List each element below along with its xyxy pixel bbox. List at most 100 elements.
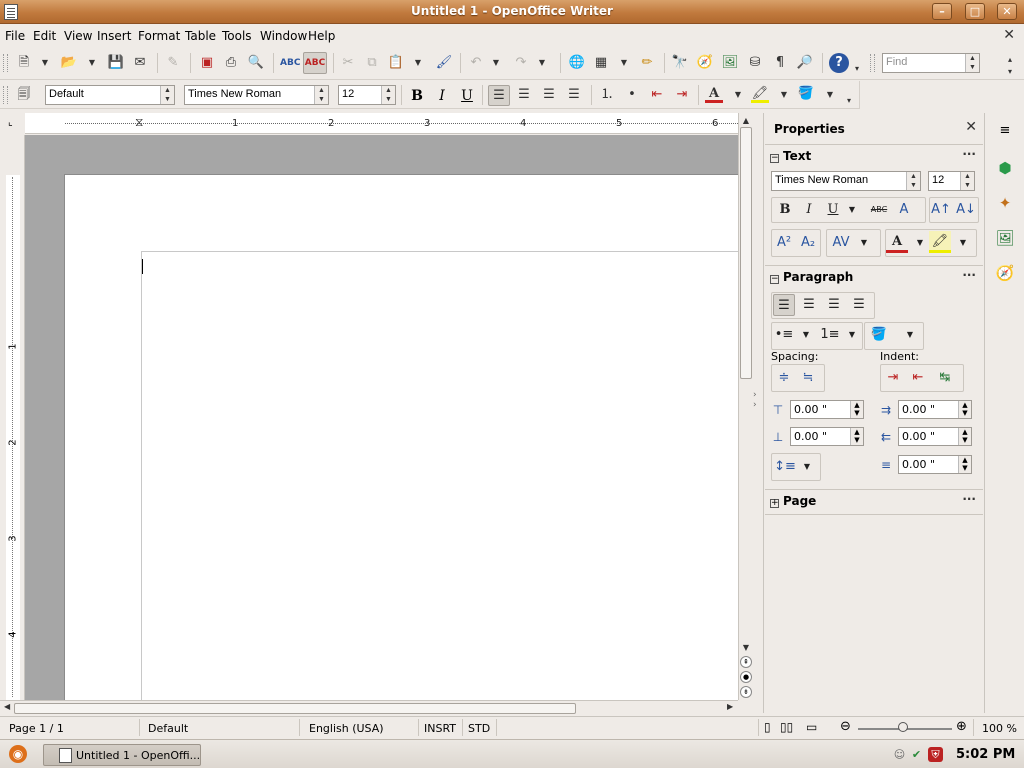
selection-mode-indicator[interactable]: STD bbox=[468, 722, 490, 735]
toolbar-grip[interactable] bbox=[3, 54, 8, 72]
underline-dropdown-icon[interactable]: ▼ bbox=[846, 199, 858, 221]
styles-tab-icon[interactable]: ✦ bbox=[993, 191, 1017, 215]
background-color-icon[interactable]: 🪣 bbox=[797, 85, 815, 103]
line-spacing-dropdown-icon[interactable]: ▼ bbox=[801, 456, 813, 478]
undo-icon[interactable]: ↶ bbox=[467, 54, 485, 72]
page-more-options-icon[interactable]: ··· bbox=[962, 492, 976, 506]
after-indent-field[interactable]: 0.00 " ▲ ▼ bbox=[898, 427, 972, 446]
spacing-dropdown-icon[interactable]: ▼ bbox=[858, 232, 870, 254]
decrease-font-icon[interactable]: A↓ bbox=[955, 199, 977, 221]
export-pdf-icon[interactable]: ▣ bbox=[198, 54, 216, 72]
font-color-dropdown-icon[interactable]: ▼ bbox=[734, 86, 742, 104]
document-area[interactable]: I bbox=[25, 135, 738, 700]
align-right-icon[interactable]: ☰ bbox=[540, 86, 558, 104]
vertical-scrollbar[interactable]: ▲ ▼ ⇞ ● ⇟ bbox=[738, 113, 753, 700]
zoom-in-icon[interactable]: ⊕ bbox=[956, 719, 967, 734]
copy-icon[interactable]: ⧉ bbox=[363, 54, 381, 72]
first-line-indent-field[interactable]: 0.00 " ▲ ▼ bbox=[898, 455, 972, 474]
sidebar-size-spinner-icon[interactable]: ▲ ▼ bbox=[960, 172, 974, 190]
highlighting-icon[interactable]: 🖍 bbox=[751, 85, 769, 103]
data-sources-icon[interactable]: ⛁ bbox=[746, 54, 764, 72]
field-spinner-icon[interactable]: ▲ ▼ bbox=[958, 456, 971, 473]
sidebar-align-left-icon[interactable]: ☰ bbox=[773, 294, 795, 316]
sidebar-menu-icon[interactable]: ≡ bbox=[993, 119, 1017, 143]
sidebar-font-size-select[interactable]: 12 ▲ ▼ bbox=[928, 171, 975, 191]
toolbar-grip[interactable] bbox=[3, 86, 8, 104]
new-dropdown-icon[interactable]: ▼ bbox=[41, 54, 49, 72]
horizontal-scrollbar[interactable]: ◀ ▶ bbox=[0, 700, 738, 715]
field-spinner-icon[interactable]: ▲ ▼ bbox=[958, 428, 971, 445]
find-input[interactable]: Find ▲ ▼ bbox=[882, 53, 980, 73]
font-color-icon[interactable]: A bbox=[705, 85, 723, 103]
field-spinner-icon[interactable]: ▲ ▼ bbox=[850, 401, 863, 418]
close-document-icon[interactable]: ✕ bbox=[1003, 27, 1015, 43]
paste-icon[interactable]: 📋 bbox=[387, 54, 405, 72]
sidebar-align-center-icon[interactable]: ☰ bbox=[798, 294, 820, 316]
menu-window[interactable]: Window bbox=[260, 29, 307, 43]
formatting-marks-icon[interactable]: ¶ bbox=[771, 54, 789, 72]
clone-formatting-icon[interactable]: 🖌 bbox=[435, 54, 453, 72]
decrease-indent-sidebar-icon[interactable]: ⇤ bbox=[907, 367, 929, 389]
redo-dropdown-icon[interactable]: ▼ bbox=[538, 54, 546, 72]
table-dropdown-icon[interactable]: ▼ bbox=[620, 54, 628, 72]
increase-font-icon[interactable]: A↑ bbox=[930, 199, 952, 221]
increase-indent-sidebar-icon[interactable]: ⇥ bbox=[882, 367, 904, 389]
scroll-down-icon[interactable]: ▼ bbox=[740, 641, 752, 654]
bullets-icon[interactable]: • bbox=[623, 86, 641, 104]
menu-insert[interactable]: Insert bbox=[97, 29, 131, 43]
strikethrough-icon[interactable]: ABC bbox=[868, 199, 890, 221]
single-page-view-icon[interactable]: ▯ bbox=[764, 720, 771, 734]
before-indent-field[interactable]: 0.00 " ▲ ▼ bbox=[898, 400, 972, 419]
gallery-icon[interactable]: 🖼 bbox=[721, 54, 739, 72]
vertical-ruler[interactable]: 1 2 3 4 bbox=[0, 135, 25, 700]
menu-edit[interactable]: Edit bbox=[33, 29, 56, 43]
find-toolbar-overflow-icon[interactable]: ▾ bbox=[1006, 63, 1014, 81]
close-window-button[interactable]: ✕ bbox=[997, 3, 1017, 20]
increase-indent-icon[interactable]: ⇥ bbox=[673, 86, 691, 104]
redo-icon[interactable]: ↷ bbox=[512, 54, 530, 72]
sidebar-highlight-icon[interactable]: 🖍 bbox=[929, 231, 951, 253]
writer-task-button[interactable]: Untitled 1 - OpenOffi... bbox=[43, 744, 201, 766]
superscript-icon[interactable]: A² bbox=[773, 232, 795, 254]
print-icon[interactable]: ⎙ bbox=[222, 54, 240, 72]
find-replace-icon[interactable]: 🔭 bbox=[671, 54, 689, 72]
sidebar-font-color-dropdown-icon[interactable]: ▼ bbox=[914, 232, 926, 254]
zoom-icon[interactable]: 🔎 bbox=[796, 54, 814, 72]
zoom-out-icon[interactable]: ⊖ bbox=[840, 719, 851, 734]
horizontal-scroll-thumb[interactable] bbox=[14, 703, 576, 714]
new-document-icon[interactable]: 🗎 bbox=[15, 54, 33, 72]
highlighting-dropdown-icon[interactable]: ▼ bbox=[780, 86, 788, 104]
formatting-overflow-icon[interactable]: ▾ bbox=[845, 92, 853, 110]
menu-table[interactable]: Table bbox=[185, 29, 216, 43]
font-name-select[interactable]: Times New Roman ▲ ▼ bbox=[184, 85, 329, 105]
maximize-button[interactable]: □ bbox=[965, 3, 985, 20]
help-icon[interactable]: ? bbox=[829, 53, 849, 73]
decrease-spacing-icon[interactable]: ≒ bbox=[797, 367, 819, 389]
above-spacing-field[interactable]: 0.00 " ▲ ▼ bbox=[790, 400, 864, 419]
edit-file-icon[interactable]: ✎ bbox=[164, 54, 182, 72]
scroll-right-icon[interactable]: ▶ bbox=[727, 702, 733, 711]
previous-page-icon[interactable]: ⇞ bbox=[740, 656, 752, 668]
sidebar-bold-icon[interactable]: B bbox=[774, 199, 796, 221]
paragraph-section-header[interactable]: − Paragraph bbox=[770, 270, 853, 284]
font-size-select[interactable]: 12 ▲ ▼ bbox=[338, 85, 396, 105]
hanging-indent-icon[interactable]: ↹ bbox=[934, 367, 956, 389]
style-spinner-icon[interactable]: ▲ ▼ bbox=[160, 86, 174, 104]
menu-tools[interactable]: Tools bbox=[222, 29, 252, 43]
paragraph-style-select[interactable]: Default ▲ ▼ bbox=[45, 85, 175, 105]
background-color-dropdown-icon[interactable]: ▼ bbox=[826, 86, 834, 104]
find-spinner-icon[interactable]: ▲ ▼ bbox=[965, 54, 979, 72]
autospellcheck-icon[interactable]: ABC bbox=[303, 52, 327, 74]
sidebar-underline-icon[interactable]: U bbox=[822, 199, 844, 221]
vertical-scroll-thumb[interactable] bbox=[740, 127, 752, 379]
below-spacing-field[interactable]: 0.00 " ▲ ▼ bbox=[790, 427, 864, 446]
navigation-icon[interactable]: ● bbox=[740, 671, 752, 683]
find-toolbar-grip[interactable] bbox=[870, 54, 875, 72]
close-sidebar-icon[interactable]: ✕ bbox=[965, 119, 977, 135]
properties-tab-icon[interactable]: ⬢ bbox=[993, 156, 1017, 180]
menu-help[interactable]: Help bbox=[308, 29, 335, 43]
decrease-indent-icon[interactable]: ⇤ bbox=[648, 86, 666, 104]
navigator-tab-icon[interactable]: 🧭 bbox=[993, 261, 1017, 285]
horizontal-ruler[interactable]: ⧖ 1 2 3 4 5 6 bbox=[25, 113, 738, 134]
multi-page-view-icon[interactable]: ▯▯ bbox=[780, 720, 793, 734]
